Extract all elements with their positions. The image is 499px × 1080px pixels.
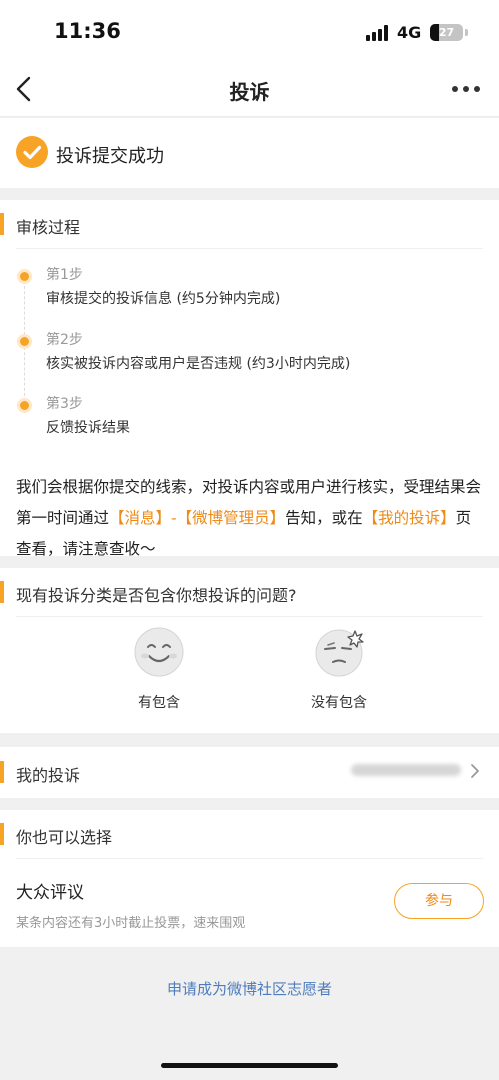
step-description: 审核提交的投诉信息 (约5分钟内完成) — [46, 291, 281, 307]
alternative-options-card: 你也可以选择 大众评议 某条内容还有3小时截止投票，速来围观 参与 — [0, 810, 499, 947]
network-type: 4G — [397, 23, 422, 42]
divider — [16, 248, 483, 249]
vote-no-option[interactable]: 没有包含 — [259, 626, 419, 712]
my-complaints-row[interactable]: 我的投诉 — [0, 747, 499, 798]
status-bar: 11:36 4G 27 — [0, 0, 499, 62]
notice-text: 告知，或在 — [285, 509, 363, 527]
battery-tip — [465, 29, 468, 36]
annoyed-face-icon — [315, 629, 364, 677]
public-review-title: 大众评议 — [16, 883, 84, 903]
chevron-right-icon — [471, 764, 479, 778]
my-complaints-link[interactable]: 【我的投诉】 — [363, 509, 456, 527]
smile-face-icon — [134, 627, 184, 677]
volunteer-link[interactable]: 申请成为微博社区志愿者 — [0, 978, 499, 999]
more-horizontal-icon[interactable] — [450, 86, 482, 94]
battery-level: 27 — [438, 26, 455, 39]
review-notice: 我们会根据你提交的线索，对投诉内容或用户进行核实，受理结果会第一时间通过【消息】… — [16, 472, 486, 565]
page-title: 投诉 — [229, 80, 270, 104]
nav-bar: 投诉 — [0, 62, 499, 117]
category-survey-card: 现有投诉分类是否包含你想投诉的问题? 有包含 没有包含 — [0, 568, 499, 733]
section-header: 审核过程 — [0, 200, 499, 249]
divider — [16, 858, 483, 859]
signal-icon — [366, 25, 390, 41]
check-circle-icon — [16, 136, 48, 168]
step-dot-icon — [20, 401, 29, 410]
vote-label: 有包含 — [138, 695, 180, 711]
accent-bar — [0, 823, 4, 845]
step-label: 第3步 — [46, 396, 83, 412]
step-description: 核实被投诉内容或用户是否违规 (约3小时内完成) — [46, 356, 351, 372]
divider — [16, 616, 483, 617]
status-time: 11:36 — [54, 19, 121, 43]
success-banner: 投诉提交成功 — [0, 118, 499, 188]
step-dot-icon — [20, 272, 29, 281]
vote-yes-option[interactable]: 有包含 — [79, 626, 239, 712]
battery-icon: 27 — [430, 24, 463, 41]
my-complaints-title: 我的投诉 — [16, 766, 81, 785]
step-label: 第1步 — [46, 267, 83, 283]
blurred-complaint-id — [351, 764, 461, 776]
section-header: 你也可以选择 — [0, 810, 499, 859]
section-title: 你也可以选择 — [16, 828, 113, 847]
home-indicator[interactable] — [161, 1063, 338, 1068]
join-button[interactable]: 参与 — [394, 883, 484, 919]
step-label: 第2步 — [46, 332, 83, 348]
section-title: 审核过程 — [16, 218, 81, 237]
accent-bar — [0, 761, 4, 783]
accent-bar — [0, 581, 4, 603]
review-process-card: 审核过程 第1步 审核提交的投诉信息 (约5分钟内完成) 第2步 核实被投诉内容… — [0, 200, 499, 558]
accent-bar — [0, 213, 4, 235]
success-message: 投诉提交成功 — [56, 146, 164, 167]
public-review-desc: 某条内容还有3小时截止投票，速来围观 — [16, 916, 246, 931]
step-description: 反馈投诉结果 — [46, 420, 130, 436]
step-dot-icon — [20, 337, 29, 346]
message-admin-link[interactable]: 【消息】-【微博管理员】 — [109, 509, 285, 527]
section-title: 现有投诉分类是否包含你想投诉的问题? — [16, 586, 297, 605]
vote-label: 没有包含 — [311, 695, 367, 711]
section-header: 现有投诉分类是否包含你想投诉的问题? — [0, 568, 499, 617]
